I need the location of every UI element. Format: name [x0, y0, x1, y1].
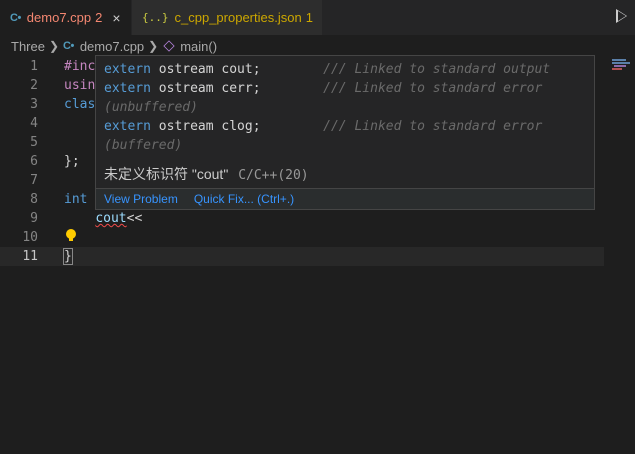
- chevron-right-icon: ❯: [48, 39, 60, 53]
- error-text: 未定义标识符 "cout": [104, 166, 229, 182]
- minimap-line: [612, 62, 630, 64]
- lightbulb-icon[interactable]: [66, 229, 76, 241]
- line-number: 10: [22, 230, 38, 245]
- line-number: 6: [30, 154, 38, 169]
- line-code: usin: [64, 76, 95, 95]
- code-token: clas: [64, 97, 96, 112]
- line-number: 4: [30, 116, 38, 131]
- method-cube-icon: [163, 40, 175, 52]
- minimap-line: [612, 59, 626, 61]
- line-number: 2: [30, 78, 38, 93]
- hover-code-line: extern ostream clog; /// Linked to stand…: [104, 117, 589, 136]
- error-message: 未定义标识符 "cout" C/C++(20): [104, 164, 309, 184]
- hover-tooltip: extern ostream cout; /// Linked to stand…: [95, 55, 595, 210]
- line-number: 9: [30, 211, 38, 226]
- hover-code-snippet: extern ostream cout; /// Linked to stand…: [104, 60, 589, 155]
- line-number: 5: [30, 135, 38, 150]
- tab-c-cpp-properties-json[interactable]: {..} c_cpp_properties.json 1: [132, 0, 322, 35]
- tab-demo7-cpp[interactable]: C• demo7.cpp 2 ×: [0, 0, 131, 35]
- code-token: extern: [104, 81, 151, 96]
- line-code: }: [63, 247, 73, 266]
- close-icon[interactable]: ×: [112, 10, 120, 26]
- code-token: usin: [64, 78, 96, 93]
- code-token: };: [64, 154, 80, 169]
- code-token: <<: [126, 211, 143, 226]
- breadcrumb-folder[interactable]: Three: [11, 39, 45, 54]
- hover-actions: View Problem Quick Fix... (Ctrl+.): [96, 189, 594, 209]
- cpp-file-icon: C•: [10, 11, 21, 24]
- tab-label: demo7.cpp: [26, 10, 92, 25]
- json-file-icon: {..}: [142, 11, 169, 24]
- line-number: 7: [30, 173, 38, 188]
- hover-code-line: (unbuffered): [104, 98, 589, 117]
- line-code: cout<<: [64, 209, 142, 228]
- code-token: ostream cerr;: [150, 81, 324, 96]
- code-token: extern: [104, 62, 151, 77]
- hover-code-line: (buffered): [104, 136, 589, 155]
- line-number: 1: [30, 59, 38, 74]
- hover-code-line: extern ostream cout; /// Linked to stand…: [104, 60, 589, 79]
- code-token: }: [63, 248, 73, 265]
- code-line[interactable]: 11}: [0, 247, 604, 266]
- code-line[interactable]: 10: [0, 228, 604, 247]
- breadcrumb: Three ❯ C• demo7.cpp ❯ main(): [0, 35, 635, 57]
- run-icon[interactable]: [616, 9, 627, 23]
- code-token: /// Linked to standard output: [323, 62, 551, 77]
- code-token: ostream clog;: [150, 119, 324, 134]
- minimap-line: [614, 65, 626, 67]
- minimap[interactable]: [612, 57, 632, 77]
- line-code: clas: [64, 95, 95, 114]
- tab-bar: C• demo7.cpp 2 × {..} c_cpp_properties.j…: [0, 0, 635, 35]
- code-token: /// Linked to standard error: [323, 81, 543, 96]
- code-token: int: [64, 192, 88, 207]
- code-token: /// Linked to standard error: [323, 119, 543, 134]
- breadcrumb-file[interactable]: demo7.cpp: [80, 39, 144, 54]
- code-token: cout: [95, 211, 127, 226]
- line-code: };: [64, 152, 80, 171]
- code-token: (unbuffered): [104, 100, 198, 115]
- problem-count-badge: 2: [95, 10, 103, 25]
- problem-count-badge: 1: [305, 10, 313, 25]
- chevron-right-icon: ❯: [148, 39, 159, 53]
- quick-fix-link[interactable]: Quick Fix... (Ctrl+.): [194, 192, 294, 206]
- tab-label: c_cpp_properties.json: [174, 10, 302, 25]
- code-token: ostream cout;: [150, 62, 324, 77]
- view-problem-link[interactable]: View Problem: [104, 192, 178, 206]
- code-line[interactable]: 9 cout<<: [0, 209, 604, 228]
- line-code: #inc: [64, 57, 95, 76]
- code-token: extern: [104, 119, 151, 134]
- line-code: int: [64, 190, 87, 209]
- hover-code-line: extern ostream cerr; /// Linked to stand…: [104, 79, 589, 98]
- error-source: C/C++(20): [238, 168, 309, 183]
- line-number: 8: [30, 192, 38, 207]
- code-token: (buffered): [104, 138, 183, 153]
- code-token: #inc: [64, 59, 96, 74]
- line-number: 3: [30, 97, 38, 112]
- minimap-line: [612, 68, 622, 70]
- line-number: 11: [22, 249, 38, 264]
- breadcrumb-symbol[interactable]: main(): [180, 39, 217, 54]
- cpp-file-icon: C•: [63, 40, 74, 52]
